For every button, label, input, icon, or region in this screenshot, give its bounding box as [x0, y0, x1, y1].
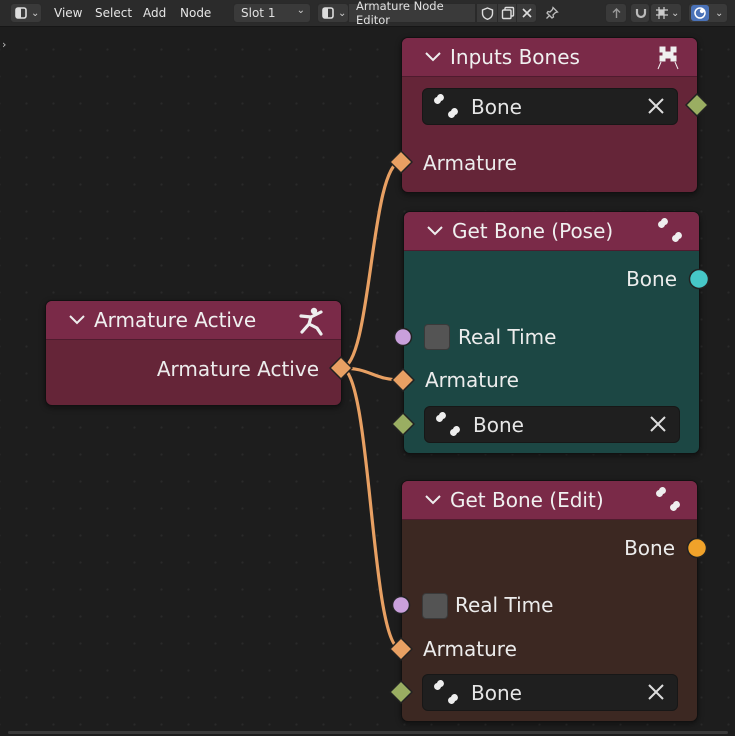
menu-select[interactable]: Select — [95, 6, 132, 20]
armature-input-socket[interactable] — [389, 637, 413, 661]
close-icon[interactable] — [647, 683, 665, 701]
menu-view[interactable]: View — [54, 6, 82, 20]
arrow-up-icon — [610, 7, 623, 20]
node-header[interactable]: Inputs Bones — [402, 38, 697, 77]
node-title: Inputs Bones — [450, 45, 580, 69]
bone-input-socket[interactable] — [391, 412, 415, 436]
close-icon — [521, 7, 533, 19]
duplicate-button[interactable] — [497, 3, 517, 23]
real-time-checkbox[interactable] — [424, 324, 450, 350]
snap-grid-icon — [655, 6, 669, 20]
snap-button[interactable] — [630, 3, 650, 23]
real-time-label: Real Time — [455, 593, 554, 617]
node-tree-type-button[interactable]: ⌄ — [317, 3, 349, 23]
chevron-down-icon: ⌄ — [296, 5, 305, 16]
parent-tree-button[interactable] — [605, 3, 627, 23]
group-bones-icon — [653, 43, 683, 73]
armature-socket-label: Armature — [423, 151, 517, 175]
armature-socket-label: Armature — [423, 637, 517, 661]
armature-icon — [297, 306, 327, 336]
node-tree-icon — [322, 6, 336, 20]
close-icon[interactable] — [647, 97, 665, 115]
node-get-bone-pose[interactable]: Get Bone (Pose) Bone Real Time Armature … — [403, 211, 700, 454]
bone-output-label: Bone — [626, 267, 677, 291]
node-header[interactable]: Armature Active — [46, 301, 341, 340]
node-title: Get Bone (Edit) — [450, 488, 604, 512]
chevron-down-icon: ⌄ — [31, 7, 40, 19]
bone-icon — [655, 217, 685, 245]
node-title: Armature Active — [94, 308, 257, 332]
bone-icon — [431, 93, 461, 121]
node-editor-header: ⌄ View Select Add Node Slot 1 ⌄ ⌄ Armatu… — [0, 0, 735, 27]
overlay-icon — [691, 5, 709, 21]
horizontal-scrollbar[interactable] — [8, 731, 728, 734]
fake-user-button[interactable] — [476, 3, 498, 23]
bone-output-socket[interactable] — [686, 537, 708, 559]
editor-type-button[interactable]: ⌄ — [10, 3, 42, 23]
editor-type-icon — [15, 6, 29, 20]
real-time-checkbox[interactable] — [422, 593, 448, 619]
overlay-dropdown[interactable]: ⌄ — [688, 3, 728, 23]
bone-field[interactable]: Bone — [422, 88, 678, 125]
real-time-input-socket[interactable] — [393, 327, 413, 347]
toolbar-expand-icon[interactable]: › — [2, 38, 6, 51]
node-armature-active[interactable]: Armature Active Armature Active — [45, 300, 342, 406]
slot-dropdown[interactable]: Slot 1 ⌄ — [233, 3, 311, 23]
node-header[interactable]: Get Bone (Pose) — [404, 212, 699, 251]
snap-target-dropdown[interactable]: ⌄ — [650, 3, 682, 23]
slot-label: Slot 1 — [241, 6, 276, 20]
bone-icon — [433, 411, 463, 439]
chevron-down-icon[interactable] — [68, 314, 86, 326]
bone-field-value: Bone — [471, 95, 522, 119]
menu-add[interactable]: Add — [143, 6, 166, 20]
bone-icon — [431, 679, 461, 707]
duplicate-icon — [501, 6, 515, 20]
real-time-label: Real Time — [458, 325, 557, 349]
node-get-bone-edit[interactable]: Get Bone (Edit) Bone Real Time Armature … — [401, 480, 698, 722]
bone-output-socket[interactable] — [685, 93, 709, 117]
bone-field[interactable]: Bone — [422, 674, 678, 711]
bone-field-value: Bone — [471, 681, 522, 705]
shield-icon — [481, 6, 494, 20]
unlink-button[interactable] — [516, 3, 537, 23]
chevron-down-icon: ⌄ — [338, 7, 347, 19]
chevron-down-icon[interactable] — [426, 225, 444, 237]
armature-socket-label: Armature — [425, 368, 519, 392]
node-header[interactable]: Get Bone (Edit) — [402, 481, 697, 520]
pin-icon[interactable] — [545, 6, 559, 20]
armature-input-socket[interactable] — [389, 150, 413, 174]
armature-active-output-label: Armature Active — [156, 357, 319, 381]
real-time-input-socket[interactable] — [391, 595, 411, 615]
chevron-down-icon[interactable] — [424, 51, 442, 63]
magnet-icon — [634, 6, 648, 20]
bone-icon — [653, 486, 683, 514]
menu-node[interactable]: Node — [180, 6, 211, 20]
bone-output-socket[interactable] — [688, 268, 710, 290]
bone-field-value: Bone — [473, 413, 524, 437]
chevron-down-icon[interactable] — [424, 494, 442, 506]
bone-input-socket[interactable] — [389, 680, 413, 704]
armature-output-socket[interactable] — [329, 356, 353, 380]
bone-output-label: Bone — [624, 536, 675, 560]
node-title: Get Bone (Pose) — [452, 219, 614, 243]
node-inputs-bones[interactable]: Inputs Bones Bone Armature — [401, 37, 698, 193]
close-icon[interactable] — [649, 415, 667, 433]
bone-field[interactable]: Bone — [424, 406, 680, 443]
chevron-down-icon: ⌄ — [715, 7, 724, 19]
armature-input-socket[interactable] — [391, 368, 415, 392]
node-tree-name: Armature Node Editor — [356, 0, 444, 27]
chevron-down-icon: ⌄ — [671, 7, 680, 19]
node-tree-name-field[interactable]: Armature Node Editor — [348, 0, 476, 27]
